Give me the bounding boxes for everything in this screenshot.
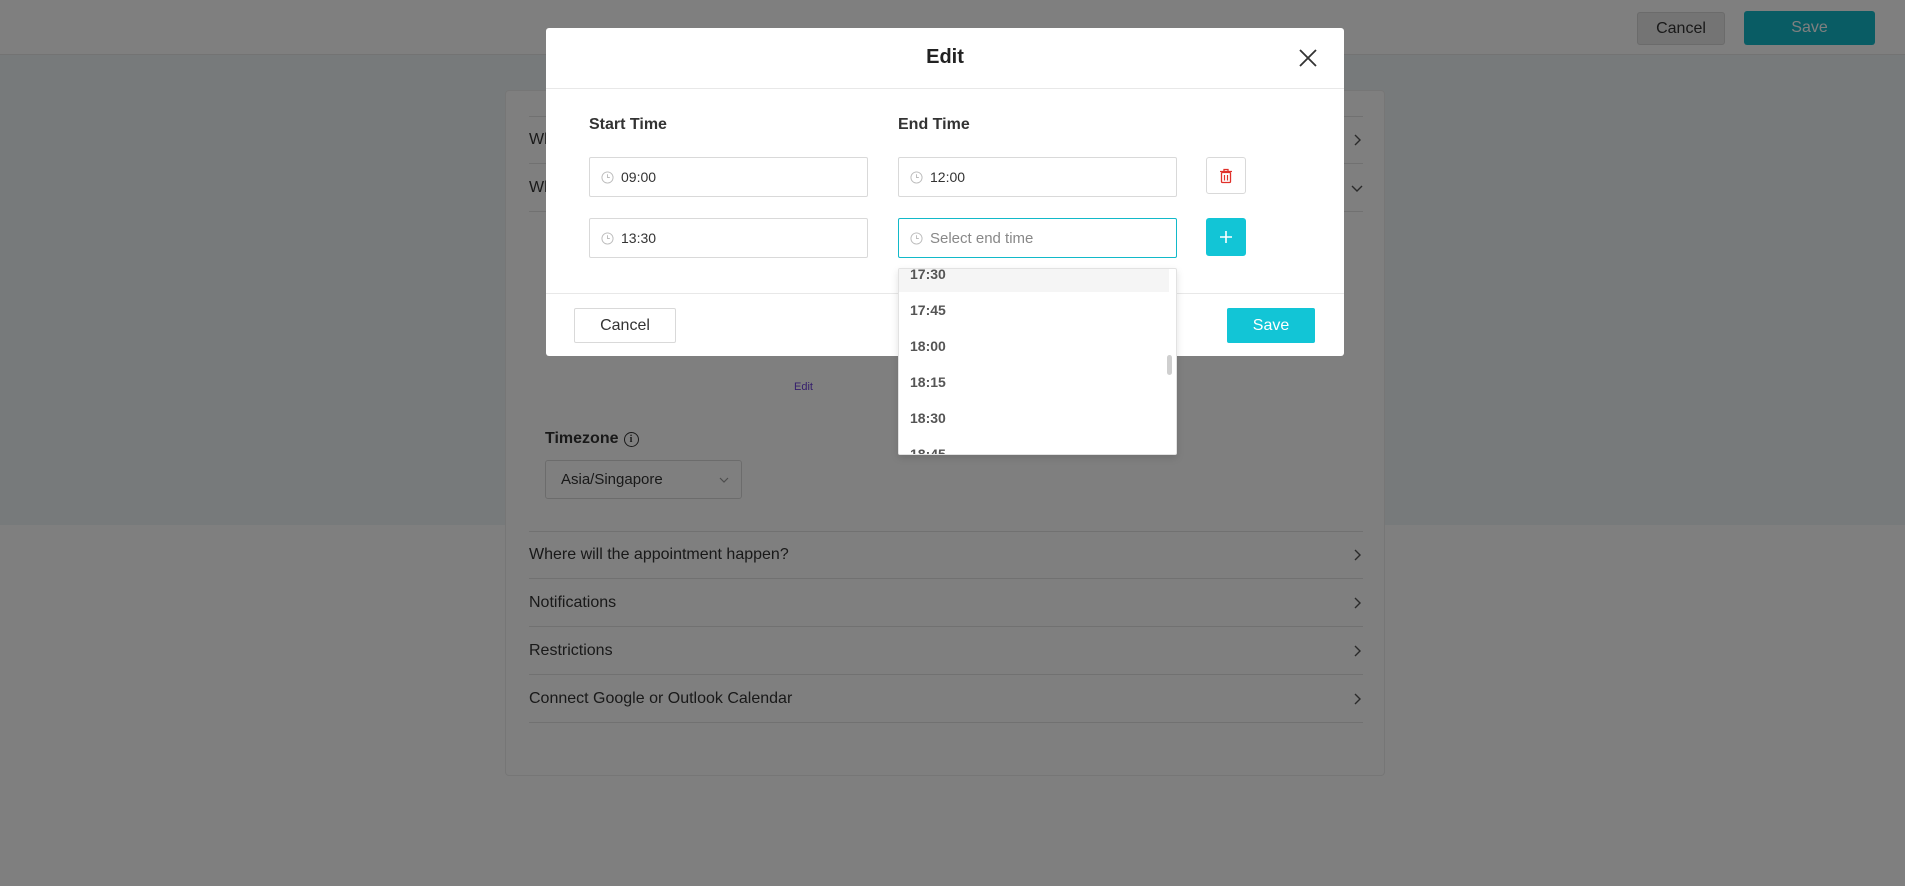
modal-header: Edit [546,28,1344,89]
clock-icon [601,170,614,184]
time-option-list: 17:30 17:45 18:00 18:15 18:30 18:45 [899,269,1169,454]
add-range-button[interactable] [1206,218,1246,256]
time-option[interactable]: 17:30 [899,269,1169,292]
delete-range-button[interactable] [1206,157,1246,194]
start-time-label: Start Time [589,116,667,133]
clock-icon [601,231,614,245]
start-time-input[interactable]: 09:00 [589,157,868,197]
clock-icon [910,170,923,184]
start-time-value: 13:30 [621,230,657,246]
end-time-placeholder: Select end time [930,229,1034,247]
clock-icon [910,231,923,245]
time-option[interactable]: 18:15 [899,364,1169,400]
modal-save-button[interactable]: Save [1227,308,1315,343]
dropdown-scrollbar[interactable] [1167,355,1172,375]
end-time-input[interactable]: 12:00 [898,157,1177,197]
plus-icon [1220,231,1232,243]
start-time-input[interactable]: 13:30 [589,218,868,258]
end-time-label: End Time [898,116,970,133]
end-time-dropdown[interactable]: 17:30 17:45 18:00 18:15 18:30 18:45 [898,268,1177,455]
modal-cancel-button[interactable]: Cancel [574,308,676,343]
end-time-input[interactable]: Select end time [898,218,1177,258]
modal-title: Edit [926,46,964,68]
time-option[interactable]: 18:30 [899,400,1169,436]
close-icon[interactable] [1298,48,1318,68]
time-option[interactable]: 18:00 [899,328,1169,364]
trash-icon [1220,168,1232,183]
time-option[interactable]: 17:45 [899,292,1169,328]
end-time-value: 12:00 [930,169,966,185]
start-time-value: 09:00 [621,169,657,185]
time-option[interactable]: 18:45 [899,436,1169,454]
